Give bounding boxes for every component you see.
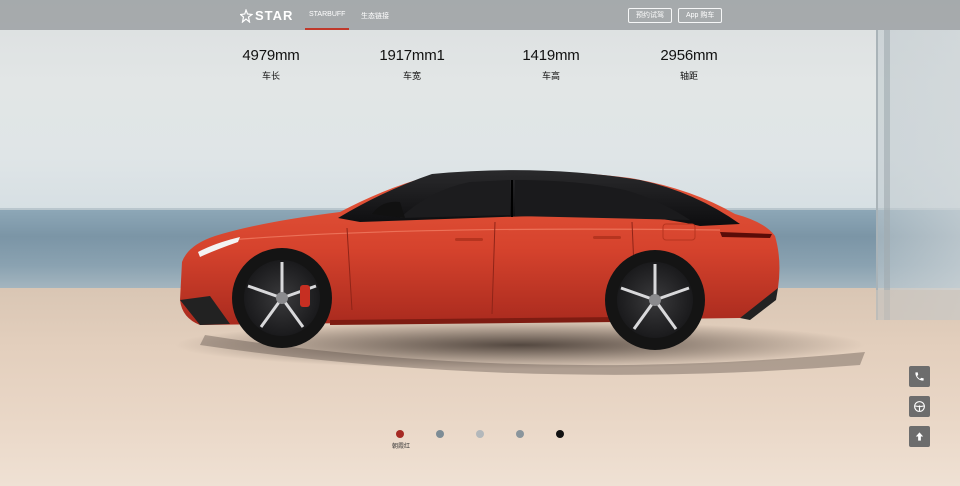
spec-height-label: 车高	[541, 71, 560, 81]
color-swatch[interactable]	[436, 430, 444, 438]
spec-width-value: 1917mm1	[379, 47, 445, 64]
color-swatch[interactable]	[556, 430, 564, 438]
spec-height: 1419mm 车高	[501, 47, 601, 82]
test-drive-side-button[interactable]	[909, 396, 930, 417]
test-drive-button[interactable]: 预约试驾	[628, 8, 672, 23]
spec-width: 1917mm1 车宽	[362, 47, 462, 82]
spec-height-value: 1419mm	[522, 47, 580, 64]
brand-logo[interactable]: STAR	[240, 8, 293, 23]
phone-icon	[915, 372, 924, 381]
star-logo-icon	[240, 8, 253, 23]
arrow-up-icon	[915, 432, 924, 441]
spec-wheelbase-value: 2956mm	[660, 47, 718, 64]
nav-item-ecosystem[interactable]: 生态链接	[361, 11, 389, 21]
car-image	[175, 170, 865, 375]
spec-width-label: 车宽	[402, 71, 421, 81]
steering-wheel-icon	[914, 401, 925, 412]
hero-scene	[0, 0, 960, 486]
color-swatch[interactable]	[396, 430, 404, 438]
spec-length-value: 4979mm	[242, 47, 300, 64]
color-swatch[interactable]	[516, 430, 524, 438]
app-buy-button[interactable]: App 购车	[678, 8, 723, 23]
phone-button[interactable]	[909, 366, 930, 387]
back-to-top-button[interactable]	[909, 426, 930, 447]
spec-length-label: 车长	[261, 71, 280, 81]
selected-color-label: 朝霞红	[391, 444, 410, 450]
brand-logo-text: STAR	[255, 8, 294, 23]
spec-length: 4979mm 车长	[221, 47, 321, 82]
spec-wheelbase: 2956mm 轴距	[639, 47, 739, 82]
top-nav-bar: STAR STARBUFF 生态链接 预约试驾 App 购车	[0, 0, 960, 30]
color-swatch[interactable]	[476, 430, 484, 438]
nav-item-starbuff[interactable]: STARBUFF	[304, 11, 350, 30]
spec-wheelbase-label: 轴距	[679, 71, 698, 81]
